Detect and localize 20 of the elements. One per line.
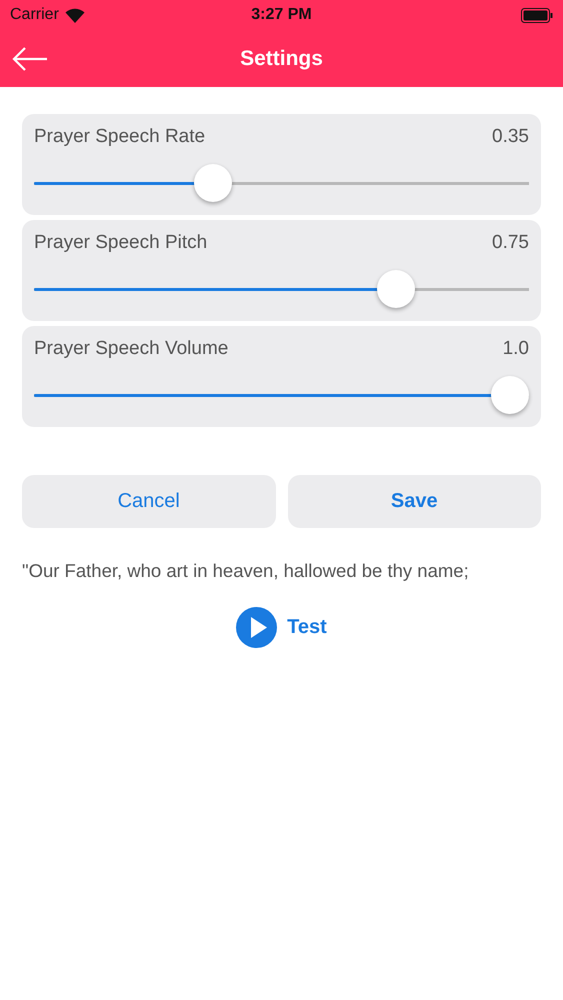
test-button[interactable]: Test xyxy=(236,607,327,648)
slider-value: 0.75 xyxy=(492,232,529,254)
save-button[interactable]: Save xyxy=(288,475,541,528)
slider-thumb[interactable] xyxy=(376,270,415,308)
slider-thumb[interactable] xyxy=(491,376,529,414)
wifi-icon xyxy=(64,8,85,22)
slider-value: 1.0 xyxy=(502,338,529,360)
carrier-label: Carrier xyxy=(10,6,59,24)
slider-value: 0.35 xyxy=(492,126,529,148)
play-icon xyxy=(236,607,278,648)
battery-icon xyxy=(521,8,553,22)
status-time: 3:27 PM xyxy=(251,6,312,24)
prayer-text: "Our Father, who art in heaven, hallowed be thy name; xyxy=(22,560,470,582)
back-arrow-icon[interactable] xyxy=(12,46,48,72)
slider-thumb[interactable] xyxy=(194,164,232,202)
screen-title: Settings xyxy=(240,46,323,70)
cancel-button[interactable]: Cancel xyxy=(22,475,276,528)
slider-label: Prayer Speech Rate xyxy=(34,126,206,148)
slider-label: Prayer Speech Pitch xyxy=(34,232,208,254)
slider-label: Prayer Speech Volume xyxy=(34,338,228,360)
